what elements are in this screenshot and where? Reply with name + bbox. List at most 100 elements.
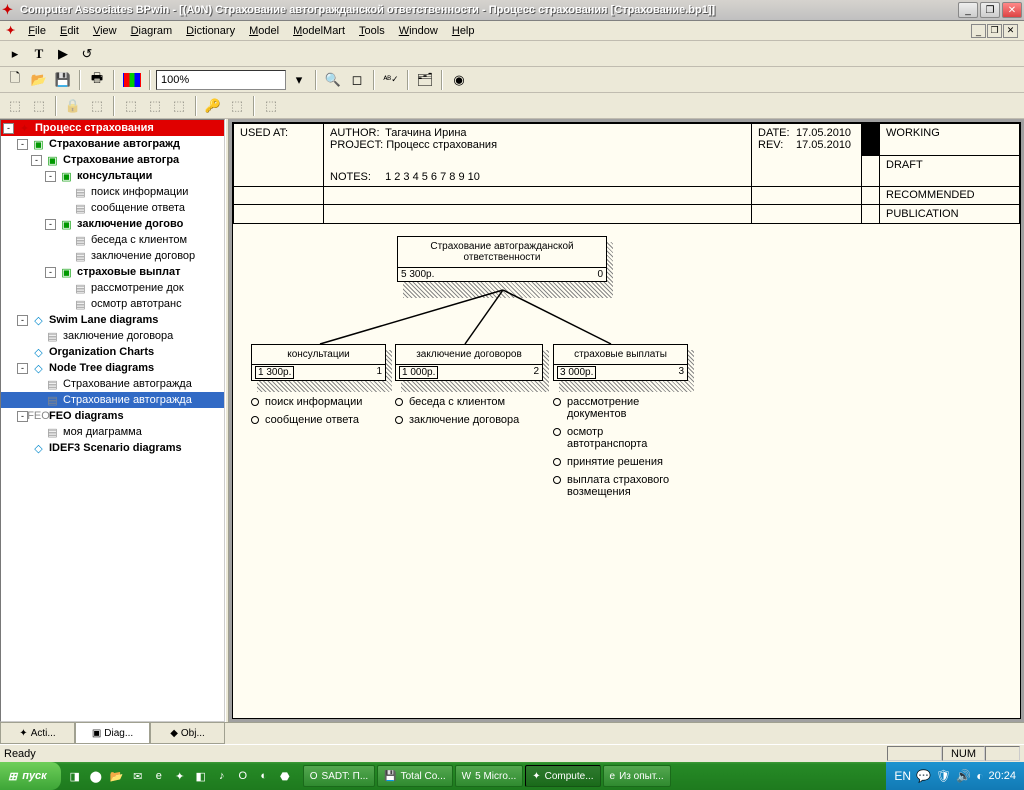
clock[interactable]: 20:24 [988,770,1016,782]
node-icon: ▤ [73,250,88,263]
taskbar-task[interactable]: 💾Total Co... [377,765,452,787]
ql-icon[interactable]: O [234,767,252,785]
text-tool[interactable]: T [28,43,50,65]
mdi-restore-button[interactable]: ❐ [987,24,1002,38]
zoom-fit-button[interactable]: ◻ [346,69,368,91]
tree-node[interactable]: ▤сообщение ответа [1,200,224,216]
model-explorer-tree[interactable]: -✦Процесс страхования-▣Страхование автог… [0,119,225,722]
tree-node[interactable]: ▤Страхование автогражда [1,376,224,392]
tree-node[interactable]: -◇Swim Lane diagrams [1,312,224,328]
ql-icon[interactable]: ⬤ [87,767,105,785]
mm-idef-button[interactable]: 🔑 [202,95,224,117]
tree-node[interactable]: -▣заключение догово [1,216,224,232]
tray-icon[interactable]: ◐ [976,769,983,783]
tree-node[interactable]: ▤заключение договора [1,328,224,344]
tray-icon[interactable]: 🔊 [956,769,971,783]
zoom-input[interactable] [156,70,286,90]
ql-icon[interactable]: ◨ [66,767,84,785]
expand-icon[interactable]: - [45,219,56,230]
zoom-dropdown-button[interactable]: ▾ [288,69,310,91]
taskbar-task[interactable]: W5 Micro... [455,765,524,787]
ql-icon[interactable]: ✦ [171,767,189,785]
open-button[interactable]: 📂 [28,69,50,91]
undo-tool[interactable]: ↺ [76,43,98,65]
tray-icon[interactable]: 💬 [916,769,931,783]
expand-icon[interactable]: - [17,363,28,374]
report-button[interactable]: ◉ [448,69,470,91]
sidebar-tab[interactable]: ✦Acti... [0,723,75,744]
print-button[interactable]: 🖶 [86,69,108,91]
menu-diagram[interactable]: Diagram [124,23,180,39]
spellcheck-button[interactable]: ᴬᴮ✓ [380,69,402,91]
node-label: сообщение ответа [91,202,185,214]
expand-icon[interactable]: - [45,171,56,182]
activity-box-1[interactable]: консультации 1 300р.1 [251,344,386,381]
ql-icon[interactable]: ✉ [129,767,147,785]
tree-node[interactable]: ▤осмотр автотранс [1,296,224,312]
bullet-icon [553,458,561,466]
node-icon: ▤ [73,186,88,199]
minimize-button[interactable]: _ [958,2,978,18]
colors-button[interactable] [123,73,141,87]
menu-tools[interactable]: Tools [352,23,392,39]
ql-icon[interactable]: ♪ [213,767,231,785]
taskbar-task[interactable]: OSADT: П... [303,765,375,787]
tree-node[interactable]: -FEOFEO diagrams [1,408,224,424]
expand-icon[interactable]: - [45,267,56,278]
menu-view[interactable]: View [86,23,124,39]
tree-node[interactable]: -▣Страхование автогра [1,152,224,168]
tree-node[interactable]: ◇Organization Charts [1,344,224,360]
activity-box-2[interactable]: заключение договоров 1 000р.2 [395,344,543,381]
menu-model[interactable]: Model [242,23,286,39]
tree-node[interactable]: ▤рассмотрение док [1,280,224,296]
tree-node[interactable]: -✦Процесс страхования [1,120,224,136]
tree-node[interactable]: -▣консультации [1,168,224,184]
tray-icon[interactable]: 🛡 [936,769,951,783]
ql-icon[interactable]: ◐ [255,767,273,785]
sidebar-tab[interactable]: ◆Obj... [150,723,225,744]
close-button[interactable]: ✕ [1002,2,1022,18]
ql-icon[interactable]: ⬣ [276,767,294,785]
sidebar-tab[interactable]: ▣Diag... [75,723,150,744]
node-label: FEO diagrams [49,410,124,422]
tree-node[interactable]: ▤моя диаграмма [1,424,224,440]
tree-node[interactable]: ▤Страхование автогражда [1,392,224,408]
model-explorer-button[interactable]: 🗂 [414,69,436,91]
expand-icon[interactable]: - [3,123,14,134]
tree-node[interactable]: ◇IDEF3 Scenario diagrams [1,440,224,456]
new-button[interactable]: 🗋 [4,69,26,91]
activity-box-3[interactable]: страховые выплаты 3 000р.3 [553,344,688,381]
tree-node[interactable]: -▣страховые выплат [1,264,224,280]
diagram-canvas[interactable]: USED AT: AUTHOR: Тагачина Ирина PROJECT:… [229,119,1024,722]
tree-node[interactable]: -▣Страхование автогражд [1,136,224,152]
tree-node[interactable]: ▤беседа с клиентом [1,232,224,248]
expand-icon[interactable]: - [17,139,28,150]
activity-box-root[interactable]: Страхование автогражданской ответственно… [397,236,607,282]
ql-icon[interactable]: 📂 [108,767,126,785]
menu-help[interactable]: Help [445,23,482,39]
mdi-close-button[interactable]: ✕ [1003,24,1018,38]
bullet-text: поиск информации [265,396,362,408]
mdi-minimize-button[interactable]: _ [971,24,986,38]
ql-icon[interactable]: e [150,767,168,785]
lang-indicator[interactable]: EN [894,769,911,783]
menu-edit[interactable]: Edit [53,23,86,39]
zoom-in-button[interactable]: 🔍 [322,69,344,91]
pointer-tool[interactable]: ▸ [4,43,26,65]
expand-icon[interactable]: - [31,155,42,166]
taskbar-task[interactable]: ✦Compute... [525,765,600,787]
play-tool[interactable]: ▶ [52,43,74,65]
taskbar-task[interactable]: eИз опыт... [603,765,671,787]
start-button[interactable]: ⊞ пуск [0,762,61,790]
menu-window[interactable]: Window [392,23,445,39]
tree-node[interactable]: -◇Node Tree diagrams [1,360,224,376]
save-button[interactable]: 💾 [52,69,74,91]
ql-icon[interactable]: ◧ [192,767,210,785]
maximize-button[interactable]: ❐ [980,2,1000,18]
tree-node[interactable]: ▤заключение договор [1,248,224,264]
menu-modelmart[interactable]: ModelMart [286,23,352,39]
menu-dictionary[interactable]: Dictionary [179,23,242,39]
expand-icon[interactable]: - [17,315,28,326]
menu-file[interactable]: File [21,23,53,39]
tree-node[interactable]: ▤поиск информации [1,184,224,200]
